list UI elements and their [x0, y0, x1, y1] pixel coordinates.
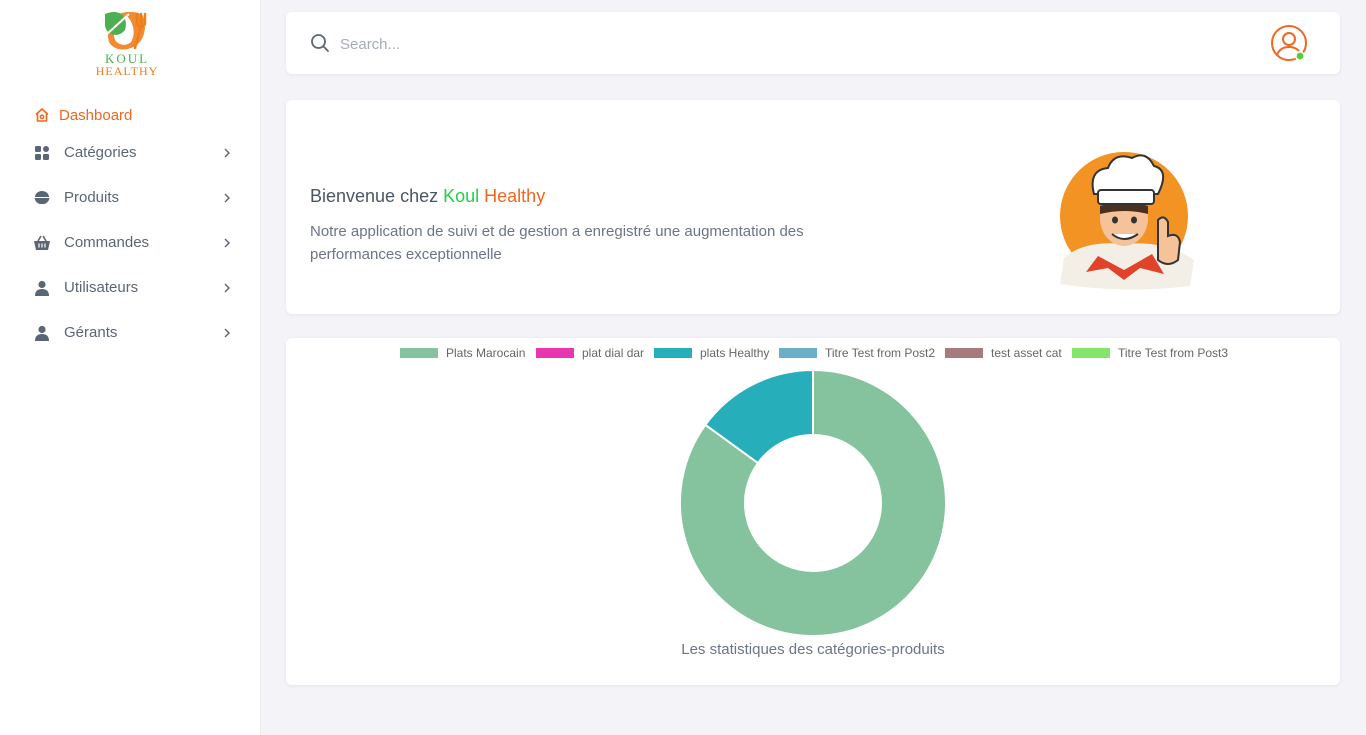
- bowl-icon: [33, 189, 51, 207]
- sidebar-item-label: Gérants: [64, 324, 118, 341]
- legend-item[interactable]: plat dial dar: [536, 346, 644, 360]
- welcome-title: Bienvenue chez Koul Healthy: [310, 186, 545, 207]
- leaf-fork-logo-icon: [105, 11, 147, 50]
- user-icon: [33, 279, 51, 297]
- sidebar-item-label: Commandes: [64, 234, 150, 251]
- chart-legend: Plats Marocain plat dial dar plats Healthy…: [286, 346, 1340, 360]
- sidebar-item-commandes[interactable]: Commandes: [0, 220, 260, 265]
- chart-card: Plats Marocain plat dial dar plats Healthy…: [286, 338, 1340, 685]
- chevron-right-icon: [224, 193, 230, 202]
- legend-swatch: [945, 348, 983, 358]
- legend-label: Plats Marocain: [446, 346, 526, 360]
- legend-label: plat dial dar: [582, 346, 645, 360]
- legend-item[interactable]: test asset cat: [945, 346, 1062, 360]
- legend-swatch: [400, 348, 438, 358]
- sidebar-item-categories[interactable]: Catégories: [0, 130, 260, 175]
- welcome-description: Notre application de suivi et de gestion…: [310, 223, 804, 263]
- legend-item[interactable]: Titre Test from Post3: [1072, 346, 1228, 360]
- sidebar-item-utilisateurs[interactable]: Utilisateurs: [0, 265, 260, 310]
- online-status-dot: [1294, 50, 1305, 61]
- sidebar-item-label: Produits: [64, 189, 120, 206]
- legend-label: Titre Test from Post3: [1118, 346, 1229, 360]
- top-bar: [286, 12, 1340, 74]
- legend-swatch: [654, 348, 692, 358]
- sidebar-item-dashboard[interactable]: Dashboard: [0, 100, 260, 130]
- legend-item[interactable]: Titre Test from Post2: [779, 346, 935, 360]
- brand-logo[interactable]: KOUL HEALTHY: [93, 8, 161, 80]
- brand-word-koul: Koul: [443, 186, 480, 206]
- donut-chart: [679, 369, 947, 637]
- sidebar-item-label: Dashboard: [59, 106, 133, 124]
- welcome-card: Bienvenue chez Koul Healthy Notre applic…: [286, 100, 1340, 314]
- sidebar-item-produits[interactable]: Produits: [0, 175, 260, 220]
- legend-swatch: [1072, 348, 1110, 358]
- chevron-right-icon: [224, 283, 230, 292]
- chevron-right-icon: [224, 238, 230, 247]
- legend-label: Titre Test from Post2: [825, 346, 936, 360]
- brand-word-healthy: Healthy: [484, 186, 546, 206]
- chevron-right-icon: [224, 328, 230, 337]
- legend-item[interactable]: Plats Marocain: [400, 346, 525, 360]
- chevron-right-icon: [224, 148, 230, 157]
- legend-swatch: [779, 348, 817, 358]
- user-avatar[interactable]: [1270, 24, 1310, 64]
- brand-name-line2: HEALTHY: [95, 64, 159, 78]
- sidebar-item-label: Catégories: [64, 144, 137, 161]
- sidebar-item-label: Utilisateurs: [64, 279, 139, 296]
- user-icon: [33, 324, 51, 342]
- legend-swatch: [536, 348, 574, 358]
- sidebar: KOUL HEALTHY Dashboard Catégories Produi…: [0, 0, 261, 735]
- user-circle-icon: [1271, 25, 1307, 61]
- sidebar-nav: Dashboard Catégories Produits Commandes: [0, 100, 260, 355]
- legend-label: test asset cat: [991, 346, 1062, 360]
- search-icon[interactable]: [310, 33, 330, 53]
- legend-item[interactable]: plats Healthy: [654, 346, 769, 360]
- basket-icon: [33, 234, 51, 252]
- grid-icon: [33, 144, 51, 162]
- sidebar-item-gerants[interactable]: Gérants: [0, 310, 260, 355]
- legend-label: plats Healthy: [700, 346, 770, 360]
- home-icon: [33, 106, 51, 124]
- welcome-prefix: Bienvenue chez: [310, 186, 439, 206]
- chef-illustration: [1060, 152, 1194, 290]
- chart-title: Les statistiques des catégories-produits: [681, 641, 945, 658]
- search-input[interactable]: [338, 30, 742, 58]
